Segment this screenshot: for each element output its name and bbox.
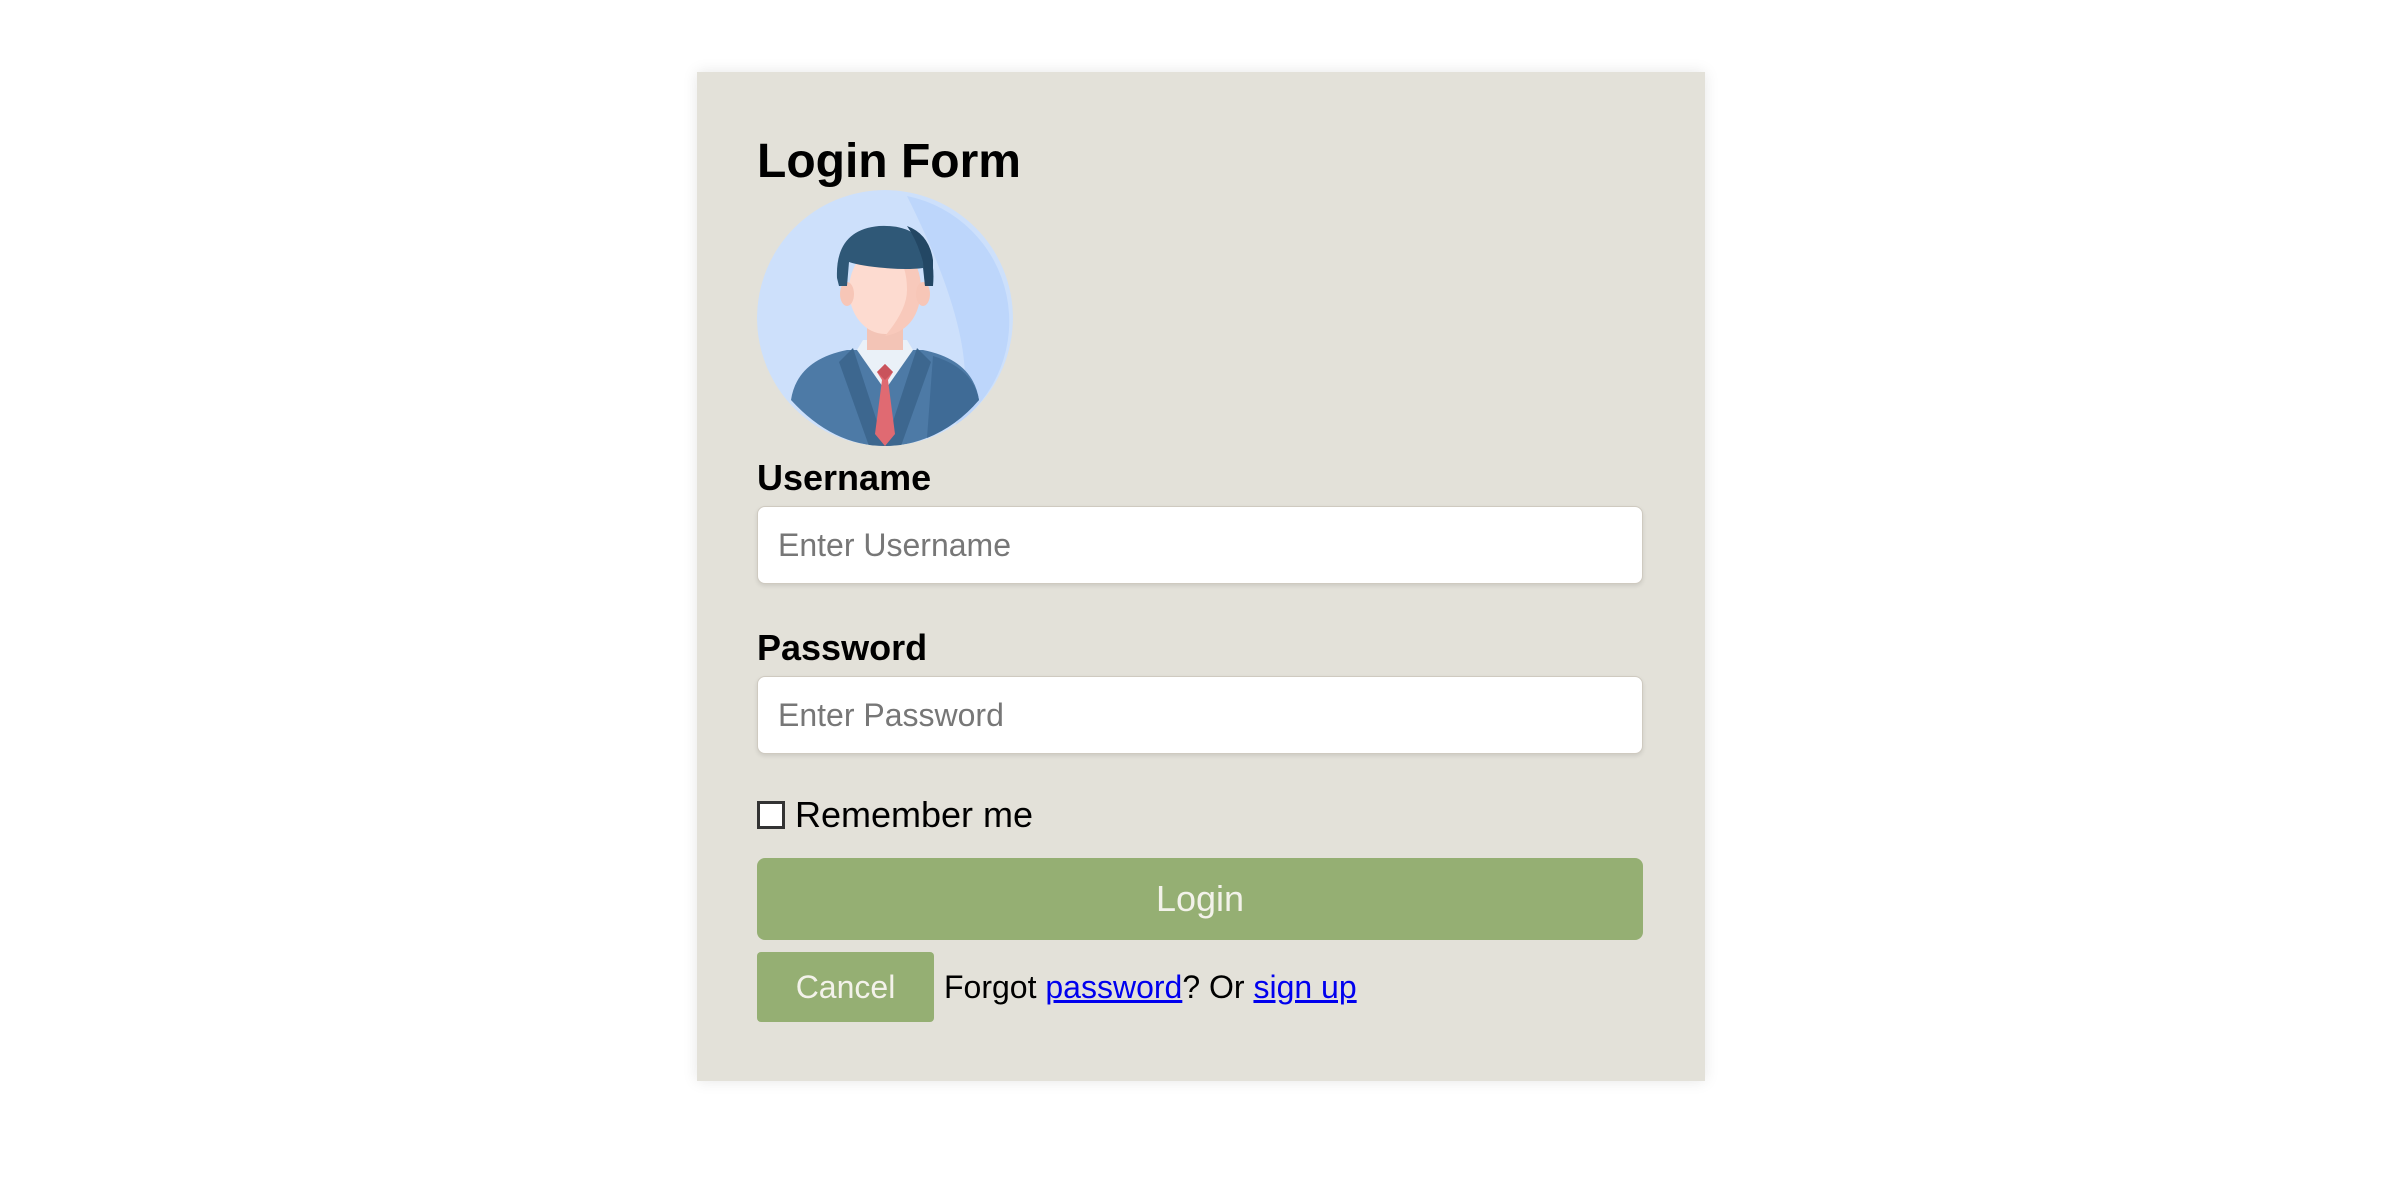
remember-label: Remember me [795,794,1034,835]
login-button[interactable]: Login [757,858,1643,940]
username-label: Username [757,457,932,498]
remember-me[interactable]: Remember me [757,794,1033,836]
user-avatar-icon [757,190,1013,446]
remember-checkbox[interactable] [757,801,785,829]
sign-up-link[interactable]: sign up [1253,969,1356,1006]
forgot-prefix-text: Forgot [944,968,1046,1005]
forgot-password-link[interactable]: password [1045,969,1182,1006]
password-label: Password [757,627,928,668]
cancel-button[interactable]: Cancel [757,952,934,1022]
login-card: Login Form Username Enter Username Passw… [697,72,1705,1081]
form-title: Login Form [757,135,1021,188]
form-footer: Cancel Forgot password ? Or sign up [757,952,1357,1022]
username-input[interactable] [757,506,1643,584]
or-text: ? Or [1182,968,1254,1005]
password-input[interactable] [757,676,1643,754]
